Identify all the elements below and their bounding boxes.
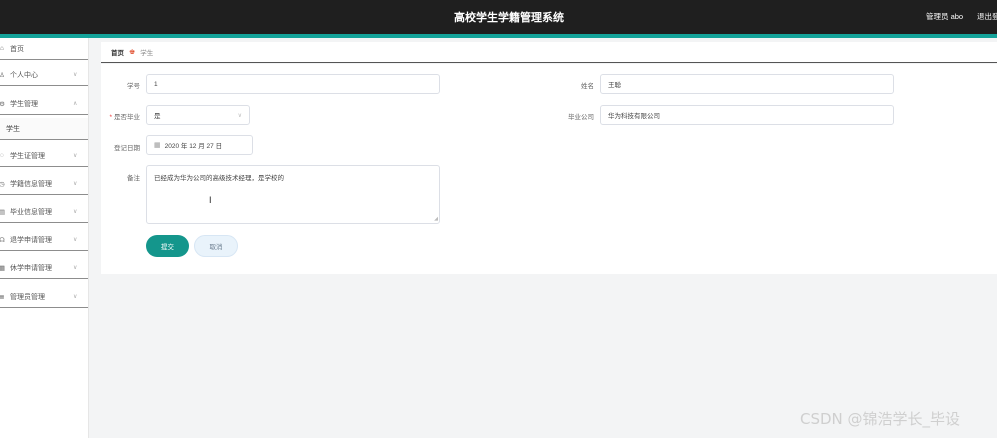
sidebar-item-withdrawal[interactable]: ☊ 退学申请管理 ∨ bbox=[0, 229, 88, 251]
doc-icon: ▤ bbox=[0, 208, 6, 216]
sidebar: ⌂ 首页 ♙ 个人中心 ∨ ⚙ 学生管理 ∧ 学生 ◌ 学生证管理 ∨ ◷ 学籍… bbox=[0, 38, 89, 438]
sidebar-item-label: 学生证管理 bbox=[10, 152, 45, 160]
user-check-icon: ☊ bbox=[0, 236, 5, 244]
sidebar-item-label: 首页 bbox=[10, 45, 24, 53]
sidebar-item-label: 个人中心 bbox=[10, 71, 38, 79]
clock-icon: ◷ bbox=[0, 180, 5, 188]
chevron-up-icon: ∧ bbox=[73, 101, 78, 107]
sidebar-item-profile[interactable]: ♙ 个人中心 ∨ bbox=[0, 64, 88, 86]
breadcrumb-current: 学生 bbox=[140, 50, 154, 57]
sidebar-item-label: 学籍信息管理 bbox=[10, 180, 52, 188]
calendar-icon: ▦ bbox=[0, 264, 6, 272]
register-date-value: 2020 年 12 月 27 日 bbox=[164, 143, 223, 150]
resize-handle-icon[interactable]: ◢ bbox=[434, 216, 438, 222]
register-date-picker[interactable]: ▦ 2020 年 12 月 27 日 bbox=[146, 135, 253, 155]
sidebar-item-graduation[interactable]: ▤ 毕业信息管理 ∨ bbox=[0, 201, 88, 223]
text-cursor-icon: I bbox=[209, 195, 212, 205]
user-icon: ♙ bbox=[0, 71, 5, 79]
submenu-item-student[interactable]: 学生 bbox=[0, 118, 88, 140]
sidebar-item-student-card[interactable]: ◌ 学生证管理 ∨ bbox=[0, 145, 88, 167]
sidebar-item-label: 毕业信息管理 bbox=[10, 208, 52, 216]
name-input[interactable]: 王聪 bbox=[600, 74, 894, 94]
sidebar-item-suspension[interactable]: ▦ 休学申请管理 ∨ bbox=[0, 257, 88, 279]
sidebar-item-label: 休学申请管理 bbox=[10, 264, 52, 272]
chevron-down-icon: ∨ bbox=[73, 265, 78, 271]
chevron-down-icon: ∨ bbox=[73, 294, 78, 300]
breadcrumb-separator-icon: ♚ bbox=[129, 49, 136, 56]
student-id-input[interactable]: 1 bbox=[146, 74, 440, 94]
bulb-icon: ◌ bbox=[0, 152, 4, 159]
graduated-select[interactable]: 是 ∨ bbox=[146, 105, 250, 125]
chevron-down-icon: ∨ bbox=[73, 209, 78, 215]
sidebar-item-label: 退学申请管理 bbox=[10, 236, 52, 244]
sidebar-item-students[interactable]: ⚙ 学生管理 ∧ bbox=[0, 93, 88, 115]
name-label: 姓名 bbox=[581, 83, 594, 90]
watermark: CSDN @锦浩学长_毕设 bbox=[800, 410, 961, 428]
sidebar-item-home[interactable]: ⌂ 首页 bbox=[0, 38, 88, 60]
required-mark: * bbox=[109, 114, 112, 121]
graduated-label: * 是否毕业 bbox=[109, 114, 140, 121]
calendar-icon: ▦ bbox=[154, 142, 161, 149]
breadcrumb: 首页 ♚ 学生 bbox=[101, 42, 997, 63]
company-input[interactable]: 华为科技有限公司 bbox=[600, 105, 894, 125]
sidebar-item-admins[interactable]: ≣ 管理员管理 ∨ bbox=[0, 286, 88, 308]
logout-link[interactable]: 退出登 bbox=[977, 11, 997, 22]
chevron-down-icon: ∨ bbox=[73, 153, 78, 159]
home-icon: ⌂ bbox=[0, 45, 4, 52]
chevron-down-icon: ∨ bbox=[237, 112, 242, 119]
company-label: 毕业公司 bbox=[568, 114, 594, 121]
cancel-button[interactable]: 取消 bbox=[194, 235, 238, 257]
admin-user-label: 管理员 abo bbox=[926, 12, 964, 21]
sidebar-item-status-info[interactable]: ◷ 学籍信息管理 ∨ bbox=[0, 173, 88, 195]
settings-icon: ⚙ bbox=[0, 100, 5, 108]
submit-button[interactable]: 提交 bbox=[146, 235, 189, 257]
sidebar-item-label: 学生管理 bbox=[10, 100, 38, 108]
app-title: 高校学生学籍管理系统 bbox=[454, 12, 564, 24]
register-date-label: 登记日期 bbox=[114, 145, 140, 152]
header-accent-line bbox=[0, 34, 997, 38]
breadcrumb-home[interactable]: 首页 bbox=[111, 47, 124, 57]
remark-textarea[interactable]: 已经成为华为公司的高级技术经理，是学校的 ◢ bbox=[146, 165, 440, 224]
graduated-select-value: 是 bbox=[154, 113, 161, 120]
list-icon: ≣ bbox=[0, 293, 5, 301]
chevron-down-icon: ∨ bbox=[73, 72, 78, 78]
student-id-label: 学号 bbox=[127, 83, 140, 90]
remark-label: 备注 bbox=[127, 175, 140, 182]
chevron-down-icon: ∨ bbox=[73, 237, 78, 243]
chevron-down-icon: ∨ bbox=[73, 181, 78, 187]
sidebar-item-label: 管理员管理 bbox=[10, 293, 45, 301]
top-bar: 高校学生学籍管理系统 管理员 abo 退出登 bbox=[0, 0, 997, 34]
remark-text: 已经成为华为公司的高级技术经理，是学校的 bbox=[154, 175, 284, 182]
